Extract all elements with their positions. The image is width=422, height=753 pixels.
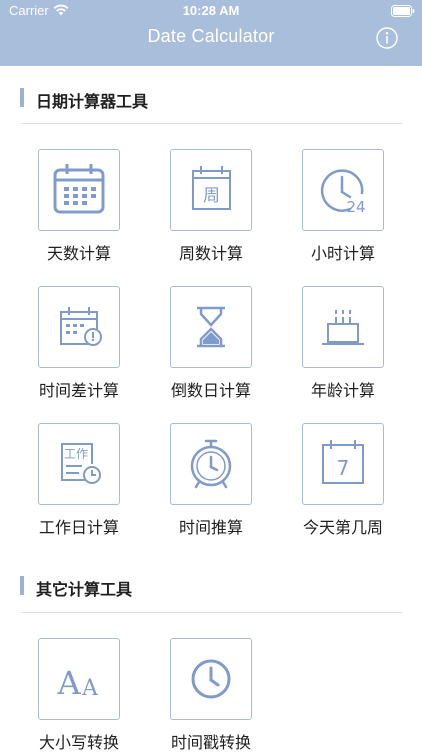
svg-text:A: A [56,664,81,702]
tool-label: 大小写转换 [38,733,119,752]
tool-tile-countdown[interactable] [170,286,252,368]
info-icon[interactable] [376,27,398,49]
tool-tile-letter-case[interactable]: A A [38,638,120,720]
calendar-day-icon: 7 [322,440,364,484]
section-divider [21,612,402,613]
hourglass-icon [197,306,225,348]
tool-tile-hours[interactable]: 24 [302,149,384,231]
tool-tile-time-projection[interactable] [170,423,252,505]
tool-tile-time-diff[interactable] [38,286,120,368]
tool-tile-days[interactable] [38,149,120,231]
tool-label: 时间推算 [178,518,243,537]
status-time: 10:28 AM [182,3,240,18]
tool-tile-timestamp[interactable] [170,638,252,720]
calendar-grid-icon [53,164,105,214]
status-bar: Carrier 10:28 AM [0,0,422,22]
battery-icon [391,5,415,17]
clock-icon [191,659,231,699]
section-title: 其它计算工具 [36,580,133,599]
tool-tile-weeks[interactable]: 周 [170,149,252,231]
svg-text:A: A [81,676,99,701]
work-calendar-icon: 工作 [61,443,101,484]
section-accent-bar [20,88,24,107]
tool-label: 年龄计算 [310,381,375,400]
work-icon-text: 工作 [64,447,88,461]
svg-text:周: 周 [203,186,220,206]
calendar-week-icon: 周 [192,166,231,210]
tool-tile-week-of-year[interactable]: 7 [302,423,384,505]
tool-label: 时间戳转换 [170,733,251,752]
tool-label: 天数计算 [46,244,111,263]
svg-text:24: 24 [346,198,365,216]
section-title: 日期计算器工具 [36,92,149,111]
calendar-clock-icon [60,307,102,346]
tool-label: 今天第几周 [302,518,383,537]
tool-label: 时间差计算 [38,381,119,400]
section-accent-bar [20,576,24,595]
tool-label: 周数计算 [178,244,243,263]
tool-label: 工作日计算 [38,518,119,537]
navigation-bar: Carrier 10:28 AM Date Calculator [0,0,422,66]
tool-tile-age[interactable] [302,286,384,368]
day-number: 7 [337,456,350,480]
letter-case-icon: A A [56,664,99,702]
section-divider [21,123,402,124]
tool-tile-workdays[interactable]: 工作 [38,423,120,505]
birthday-cake-icon [322,310,364,345]
alarm-clock-icon [190,439,232,489]
page-title: Date Calculator [147,26,275,46]
clock-24-icon: 24 [320,169,366,216]
tool-label: 小时计算 [310,244,375,263]
tool-label: 倒数日计算 [170,381,251,400]
